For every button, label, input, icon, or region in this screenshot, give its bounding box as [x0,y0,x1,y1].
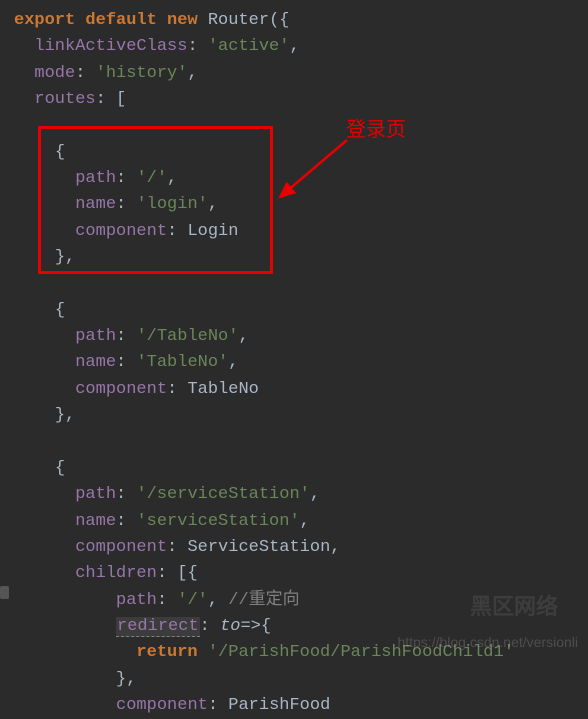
prop-routes: routes [34,90,95,109]
class-router: Router [208,11,269,30]
code-block: export default new Router({ linkActiveCl… [0,8,588,719]
keyword-default: default [85,11,156,30]
prop-component: component [75,538,167,557]
prop-path: path [75,485,116,504]
prop-children: children [75,564,157,583]
ident-login: Login [187,222,238,241]
string-history: 'history' [96,64,188,83]
prop-name: name [75,353,116,372]
keyword-export: export [14,11,75,30]
prop-component: component [75,380,167,399]
prop-path: path [75,169,116,188]
brace-open: { [55,301,65,320]
string-tableno: '/TableNo' [136,327,238,346]
ident-servicestation: ServiceStation [187,538,330,557]
prop-name: name [75,512,116,531]
punct: ({ [269,11,289,30]
string-root-child: '/' [177,591,208,610]
prop-path-child: path [116,591,157,610]
keyword-new: new [167,11,198,30]
brace-close: }, [55,406,75,425]
ident-tableno: TableNo [187,380,258,399]
prop-component-child: component [116,696,208,715]
brace-open: { [55,459,65,478]
prop-redirect: redirect [116,617,200,637]
string-login: 'login' [136,195,207,214]
keyword-return: return [136,643,197,662]
string-root: '/' [136,169,167,188]
prop-linkactiveclass: linkActiveClass [34,37,187,56]
string-parishfood: '/ParishFood/ParishFoodChild1' [208,643,514,662]
prop-mode: mode [34,64,75,83]
string-servicestation-name: 'serviceStation' [136,512,299,531]
scrollbar-thumb[interactable] [0,586,9,599]
string-active: 'active' [208,37,290,56]
string-tableno-name: 'TableNo' [136,353,228,372]
prop-name: name [75,195,116,214]
brace-open: { [55,143,65,162]
param-to: to [220,617,240,636]
string-servicestation: '/serviceStation' [136,485,309,504]
ident-parishfood: ParishFood [228,696,330,715]
prop-component: component [75,222,167,241]
prop-path: path [75,327,116,346]
brace-close: }, [116,670,136,689]
brace-close: }, [55,248,75,267]
comment-redirect: //重定向 [228,591,299,610]
